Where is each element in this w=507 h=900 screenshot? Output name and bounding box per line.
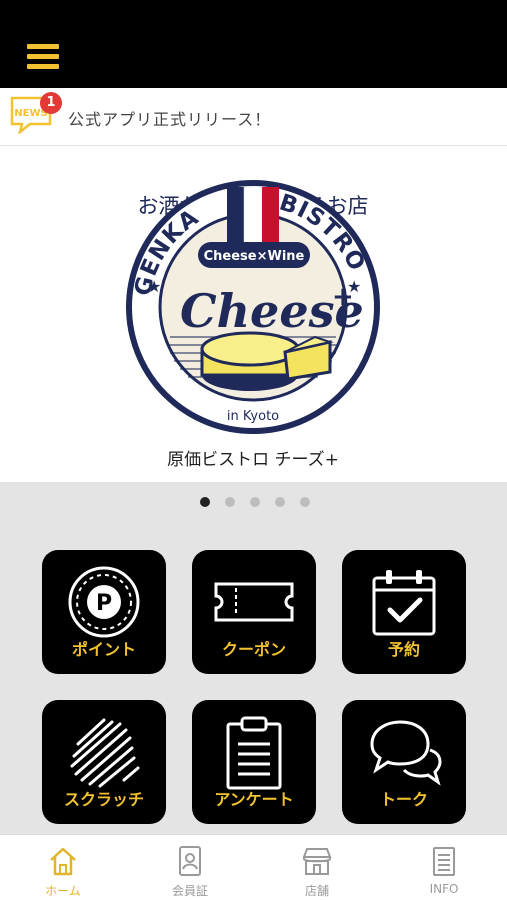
carousel-dot[interactable]: [300, 497, 310, 507]
talk-label: トーク: [379, 790, 428, 809]
chat-bubbles-icon: [370, 720, 442, 786]
talk-button[interactable]: トーク: [342, 700, 466, 824]
tab-info-label: INFO: [429, 882, 459, 896]
svg-text:★: ★: [147, 277, 161, 296]
coupon-label: クーポン: [221, 640, 286, 659]
scratch-label: スクラッチ: [63, 790, 144, 809]
clipboard-icon: [226, 716, 282, 790]
reservation-label: 予約: [387, 640, 420, 659]
news-badge: 1: [40, 92, 62, 114]
scratch-button[interactable]: スクラッチ: [42, 700, 166, 824]
home-icon: [50, 847, 76, 876]
calendar-check-icon: [372, 570, 436, 636]
logo-ribbon: Cheese×Wine: [204, 249, 305, 264]
tab-member-card[interactable]: 会員証: [127, 835, 253, 900]
survey-label: アンケート: [214, 790, 294, 809]
carousel-dot[interactable]: [225, 497, 235, 507]
tab-shop-label: 店舗: [304, 884, 329, 898]
point-label: ポイント: [71, 640, 136, 659]
shop-icon: [302, 848, 332, 875]
logo-plus: +: [332, 282, 354, 312]
tab-shop[interactable]: 店舗: [254, 835, 380, 900]
bottom-tab-bar: ホーム 会員証 店舗 INFO: [0, 834, 507, 900]
carousel-dot[interactable]: [275, 497, 285, 507]
shop-logo: お酒が原価で飲めるお店 GENKA BISTRO ★ ★ Cheese×Wine: [126, 180, 380, 470]
info-document-icon: [433, 847, 455, 876]
menu-icon[interactable]: [27, 44, 59, 70]
logo-caption: 原価ビストロ チーズ+: [167, 450, 339, 470]
logo-location: in Kyoto: [227, 409, 279, 424]
hero-banner[interactable]: お酒が原価で飲めるお店 GENKA BISTRO ★ ★ Cheese×Wine: [0, 147, 507, 482]
tab-home-label: ホーム: [45, 884, 81, 898]
news-title: 公式アプリ正式リリース！: [68, 110, 272, 129]
tab-member-card-label: 会員証: [171, 884, 208, 898]
carousel-dot[interactable]: [250, 497, 260, 507]
member-card-icon: [179, 846, 201, 876]
carousel-dots: [0, 497, 507, 511]
news-banner[interactable]: NEWS 1 公式アプリ正式リリース！: [0, 88, 507, 146]
survey-button[interactable]: アンケート: [192, 700, 316, 824]
coupon-button[interactable]: クーポン: [192, 550, 316, 674]
point-icon: P: [68, 566, 140, 638]
top-bar: [0, 0, 507, 88]
carousel-dot[interactable]: [200, 497, 210, 507]
scratch-icon: [70, 718, 140, 788]
tab-info[interactable]: INFO: [381, 835, 507, 900]
reservation-button[interactable]: 予約: [342, 550, 466, 674]
tab-home[interactable]: ホーム: [0, 835, 126, 900]
coupon-icon: [214, 582, 294, 622]
point-button[interactable]: P ポイント: [42, 550, 166, 674]
svg-text:P: P: [96, 591, 112, 616]
